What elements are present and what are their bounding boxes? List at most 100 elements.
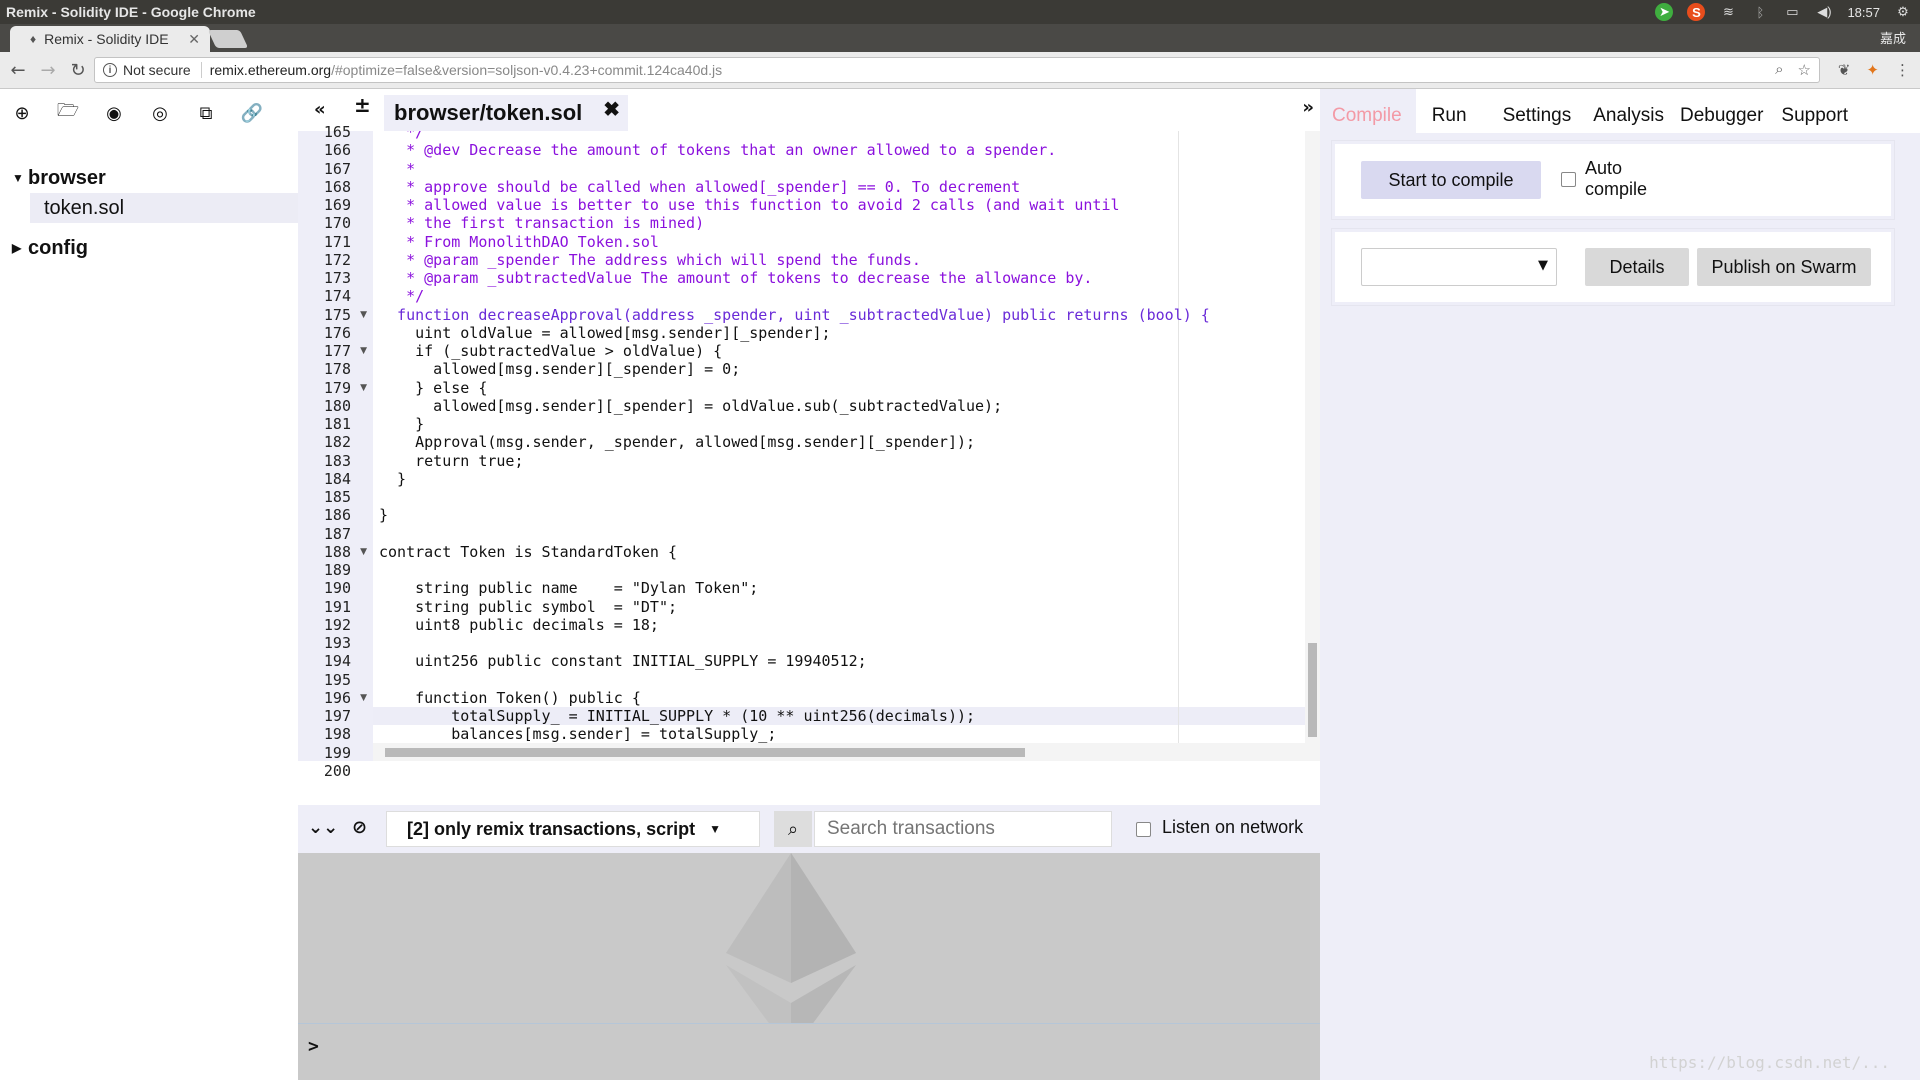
details-button[interactable]: Details	[1585, 248, 1689, 286]
extension-icon[interactable]: ❦	[1838, 61, 1851, 79]
code-line[interactable]: * @dev Decrease the amount of tokens tha…	[379, 141, 1056, 159]
clear-console-icon[interactable]: ⊘	[352, 817, 367, 838]
code-line[interactable]: */	[379, 287, 424, 305]
code-area[interactable]: */ * @dev Decrease the amount of tokens …	[373, 131, 1305, 743]
file-token-sol[interactable]: token.sol	[30, 193, 298, 223]
bluetooth-icon[interactable]: ᛒ	[1751, 3, 1769, 21]
contract-select[interactable]: ▼	[1361, 248, 1557, 286]
gear-icon[interactable]: ⚙	[1894, 3, 1912, 21]
code-line[interactable]: * allowed value is better to use this fu…	[379, 196, 1119, 214]
transaction-filter-dropdown[interactable]: [2] only remix transactions, script ▼	[386, 811, 760, 847]
new-tab-button[interactable]	[207, 30, 249, 48]
bookmark-star-icon[interactable]: ☆	[1798, 61, 1811, 79]
forward-arrow-icon[interactable]: →	[36, 58, 60, 82]
code-line[interactable]: function decreaseApproval(address _spend…	[379, 306, 1210, 324]
start-to-compile-button[interactable]: Start to compile	[1361, 161, 1541, 199]
tab-debugger[interactable]: Debugger	[1674, 89, 1773, 133]
code-line[interactable]: }	[379, 470, 406, 488]
code-line[interactable]: uint8 public decimals = 18;	[379, 616, 659, 634]
fold-caret-icon[interactable]: ▼	[360, 306, 367, 324]
security-label[interactable]: Not secure	[123, 62, 202, 78]
clock[interactable]: 18:57	[1847, 5, 1880, 20]
metamask-icon[interactable]: ✦	[1866, 61, 1879, 79]
horizontal-scrollbar[interactable]	[373, 743, 1305, 761]
line-number: 195	[323, 670, 351, 689]
fold-caret-icon[interactable]: ▼	[360, 342, 367, 360]
info-icon[interactable]: i	[103, 63, 117, 77]
address-bar[interactable]: i Not secure remix.ethereum.org /#optimi…	[94, 57, 1820, 83]
wifi-icon[interactable]: ≋	[1719, 3, 1737, 21]
double-chevron-left-icon[interactable]: «	[314, 99, 326, 120]
search-icon[interactable]: ⌕	[774, 811, 812, 847]
horizontal-scroll-thumb[interactable]	[385, 748, 1025, 757]
tab-run[interactable]: Run	[1416, 89, 1477, 133]
zoom-icon[interactable]: ⌕	[1775, 61, 1783, 79]
code-line[interactable]: Approval(msg.sender, _spender, allowed[m…	[379, 433, 975, 451]
double-chevron-right-icon[interactable]: »	[1302, 97, 1314, 118]
code-line[interactable]: * the first transaction is mined)	[379, 214, 704, 232]
code-line[interactable]: *	[379, 160, 415, 178]
copy-files-icon[interactable]: ⧉	[194, 101, 218, 125]
auto-compile-checkbox[interactable]	[1561, 172, 1576, 187]
back-arrow-icon[interactable]: ←	[6, 58, 30, 82]
code-line[interactable]: * @param _spender The address which will…	[379, 251, 921, 269]
fold-caret-icon[interactable]: ▼	[360, 379, 367, 397]
folder-config[interactable]: ▶ config	[12, 233, 298, 263]
code-line[interactable]: }	[379, 506, 388, 524]
terminal-input[interactable]: >	[298, 1023, 1320, 1080]
battery-icon[interactable]: ▭	[1783, 3, 1801, 21]
fold-caret-icon[interactable]: ▼	[360, 543, 367, 561]
code-line[interactable]: */	[379, 131, 424, 141]
code-line[interactable]: totalSupply_ = INITIAL_SUPPLY * (10 ** u…	[379, 707, 975, 725]
volume-icon[interactable]: ◀)	[1815, 3, 1833, 21]
open-folder-icon[interactable]: 🗁	[56, 100, 80, 125]
code-line[interactable]: } else {	[379, 379, 487, 397]
code-line[interactable]: balances[msg.sender] = totalSupply_;	[379, 725, 776, 743]
tab-support[interactable]: Support	[1773, 89, 1858, 133]
vertical-scrollbar[interactable]	[1305, 131, 1320, 761]
menu-kebab-icon[interactable]: ⋮	[1895, 61, 1910, 79]
vertical-scroll-thumb[interactable]	[1308, 643, 1317, 737]
chrome-user-name[interactable]: 嘉成	[1880, 28, 1906, 47]
link-localhost-icon[interactable]: 🔗	[240, 101, 264, 125]
caret-down-icon[interactable]: ▼	[12, 171, 24, 185]
publish-on-swarm-button[interactable]: Publish on Swarm	[1697, 248, 1871, 286]
browser-tab[interactable]: ♦ Remix - Solidity IDE ✕	[10, 26, 210, 52]
code-line[interactable]: }	[379, 415, 424, 433]
new-file-plus-icon[interactable]: ⊕	[10, 101, 34, 125]
code-line[interactable]: allowed[msg.sender][_spender] = 0;	[379, 360, 740, 378]
github-icon[interactable]: ◎	[148, 101, 172, 125]
code-line[interactable]: contract Token is StandardToken {	[379, 543, 677, 561]
code-line[interactable]: string public symbol = "DT";	[379, 598, 677, 616]
code-line[interactable]: if (_subtractedValue > oldValue) {	[379, 342, 722, 360]
line-number: 198	[323, 725, 351, 744]
caret-down-icon: ▼	[709, 822, 721, 836]
code-line[interactable]: allowed[msg.sender][_spender] = oldValue…	[379, 397, 1002, 415]
code-line[interactable]: uint256 public constant INITIAL_SUPPLY =…	[379, 652, 867, 670]
sogou-icon[interactable]: S	[1687, 3, 1706, 21]
editor-file-tab[interactable]: browser/token.sol ✖	[384, 95, 628, 131]
code-line[interactable]: function Token() public {	[379, 689, 641, 707]
code-line[interactable]: * From MonolithDAO Token.sol	[379, 233, 659, 251]
code-line[interactable]: * @param _subtractedValue The amount of …	[379, 269, 1092, 287]
caret-right-icon[interactable]: ▶	[12, 241, 22, 255]
code-line[interactable]: return true;	[379, 452, 523, 470]
close-icon[interactable]: ✖	[603, 97, 620, 122]
code-line[interactable]: uint oldValue = allowed[msg.sender][_spe…	[379, 324, 830, 342]
reload-icon[interactable]: ↻	[66, 58, 90, 82]
code-line[interactable]: * approve should be called when allowed[…	[379, 178, 1020, 196]
folder-browser[interactable]: ▼ browser	[12, 163, 298, 193]
increase-font-icon[interactable]: ±	[354, 93, 371, 117]
tab-compile[interactable]: Compile	[1320, 89, 1416, 133]
listen-network-checkbox[interactable]	[1136, 822, 1151, 837]
code-line[interactable]: string public name = "Dylan Token";	[379, 579, 758, 597]
fold-caret-icon[interactable]: ▼	[360, 689, 367, 707]
code-editor[interactable]: 165 166 167 168 169 170 171 172 173 174 175 ▼ 176 177…	[298, 123, 1320, 780]
close-tab-icon[interactable]: ✕	[188, 31, 200, 48]
double-chevron-down-icon[interactable]: ⌄⌄	[308, 817, 338, 838]
tab-settings[interactable]: Settings	[1477, 89, 1582, 133]
tab-analysis[interactable]: Analysis	[1581, 89, 1674, 133]
telegram-icon[interactable]: ➤	[1655, 3, 1674, 21]
search-transactions-input[interactable]	[814, 811, 1112, 847]
github-publish-icon[interactable]: ◉	[102, 101, 126, 125]
